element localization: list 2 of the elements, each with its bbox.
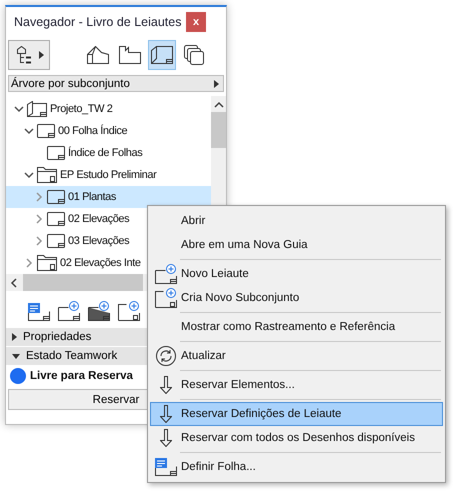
- window-title: Navegador - Livro de Leiautes: [14, 15, 182, 29]
- status-label: Livre para Reserva: [30, 370, 133, 382]
